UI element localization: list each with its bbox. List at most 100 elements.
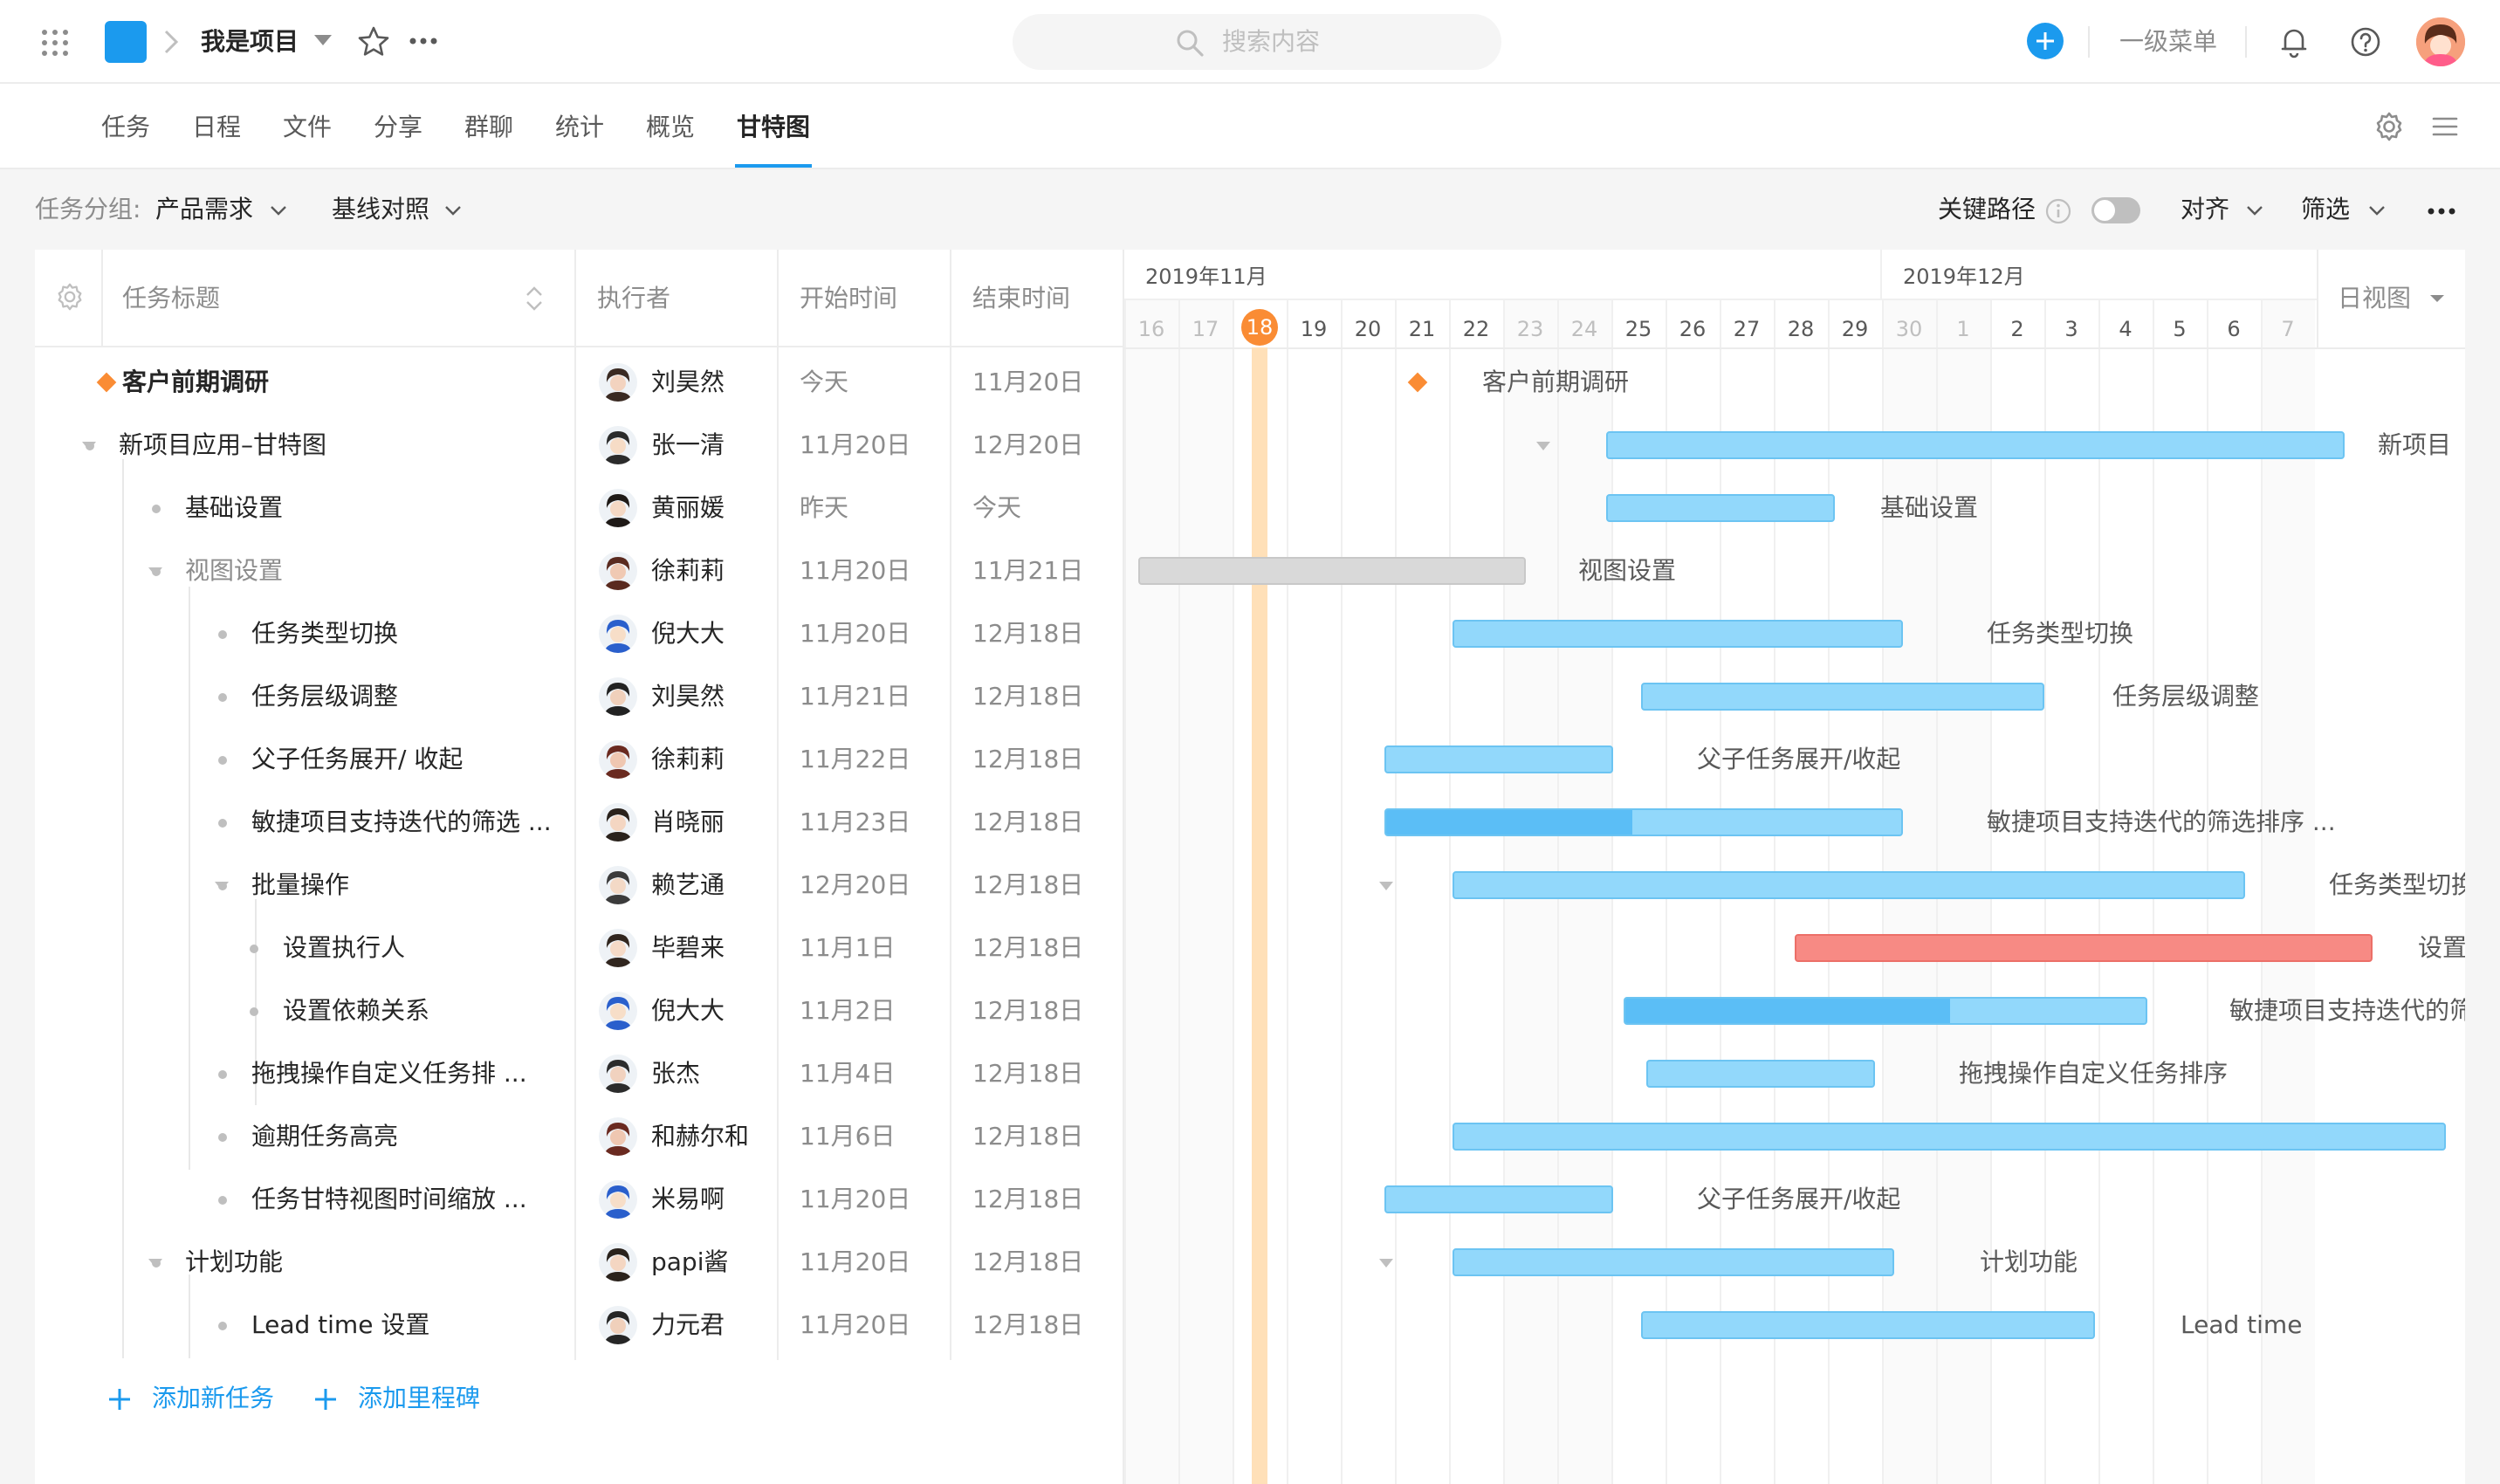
start-date[interactable]: 11月20日 [800,428,910,463]
start-date[interactable]: 11月20日 [800,1182,910,1217]
filter-select[interactable]: 筛选 [2301,192,2350,227]
view-select[interactable]: 日视图 [2338,281,2411,316]
collapse-caret-icon[interactable] [1535,440,1552,452]
end-date[interactable]: 12月18日 [972,1056,1083,1091]
more-icon[interactable] [2427,203,2456,220]
end-date[interactable]: 12月18日 [972,616,1083,651]
add-button[interactable] [2027,23,2064,59]
task-bar[interactable] [1795,934,2373,962]
add-task-link[interactable]: 添加新任务 [152,1381,274,1416]
task-title[interactable]: 任务甘特视图时间缩放 ... [251,1182,527,1217]
task-title[interactable]: 设置执行人 [283,931,405,965]
task-title[interactable]: 视图设置 [185,553,283,588]
align-select[interactable]: 对齐 [2181,192,2229,227]
end-date[interactable]: 12月18日 [972,742,1083,777]
start-date[interactable]: 11月20日 [800,1308,910,1343]
task-bar[interactable] [1641,683,2044,711]
task-bar[interactable] [1384,1185,1613,1213]
task-title[interactable]: 任务层级调整 [251,679,398,714]
start-date[interactable]: 11月21日 [800,679,910,714]
tab-statistics[interactable]: 统计 [555,110,604,145]
group-select[interactable]: 产品需求 [155,192,253,227]
task-title[interactable]: 基础设置 [185,491,283,526]
end-date[interactable]: 12月18日 [972,1308,1083,1343]
star-icon[interactable] [356,24,391,59]
start-date[interactable]: 今天 [800,365,848,400]
task-title[interactable]: 设置依赖关系 [283,993,429,1028]
collapse-caret-icon[interactable] [1377,880,1395,892]
bell-icon[interactable] [2278,24,2310,59]
more-icon[interactable] [409,28,438,54]
user-avatar[interactable] [2416,17,2465,66]
task-title[interactable]: 敏捷项目支持迭代的筛选 ... [251,805,552,840]
plus-icon[interactable] [312,1386,339,1412]
end-date[interactable]: 12月18日 [972,1119,1083,1154]
gear-icon[interactable] [2373,110,2406,143]
end-date[interactable]: 12月18日 [972,931,1083,965]
top-menu-link[interactable]: 一级菜单 [2119,24,2217,59]
start-date[interactable]: 11月1日 [800,931,895,965]
task-bar[interactable] [1138,557,1526,585]
search-input[interactable]: 搜索内容 [1013,14,1501,70]
task-bar[interactable] [1384,808,1903,836]
collapse-caret-icon[interactable] [1377,1257,1395,1269]
task-title[interactable]: 计划功能 [185,1245,283,1280]
task-bar[interactable] [1624,997,2147,1025]
end-date[interactable]: 12月18日 [972,679,1083,714]
task-bar[interactable] [1641,1311,2095,1339]
info-icon[interactable] [2044,197,2072,225]
start-date[interactable]: 11月6日 [800,1119,895,1154]
task-title[interactable]: 父子任务展开/ 收起 [251,742,463,777]
tab-files[interactable]: 文件 [283,110,332,145]
end-date[interactable]: 11月21日 [972,553,1083,588]
start-date[interactable]: 12月20日 [800,868,910,903]
end-date[interactable]: 12月18日 [972,1182,1083,1217]
task-bar[interactable] [1453,871,2245,899]
task-title[interactable]: 客户前期调研 [122,365,269,400]
project-name[interactable]: 我是项目 [201,24,299,59]
task-title[interactable]: 批量操作 [251,868,349,903]
chevron-down-icon[interactable] [312,33,333,47]
column-header-assignee[interactable]: 执行者 [597,281,670,316]
settings-icon[interactable] [54,281,86,313]
column-header-start[interactable]: 开始时间 [800,281,897,316]
task-bar[interactable] [1453,1123,2446,1151]
end-date[interactable]: 12月18日 [972,805,1083,840]
tab-tasks[interactable]: 任务 [101,110,150,145]
column-header-end[interactable]: 结束时间 [972,281,1070,316]
chevron-down-icon[interactable] [2245,204,2264,216]
tab-schedule[interactable]: 日程 [192,110,241,145]
chevron-down-icon[interactable] [443,204,463,216]
task-title[interactable]: 逾期任务高亮 [251,1119,398,1154]
chevron-down-icon[interactable] [2428,293,2446,304]
task-bar[interactable] [1606,431,2345,459]
start-date[interactable]: 11月4日 [800,1056,895,1091]
start-date[interactable]: 11月22日 [800,742,910,777]
critical-path-toggle[interactable] [2091,197,2140,223]
help-icon[interactable] [2348,24,2383,59]
task-title[interactable]: 新项目应用–甘特图 [119,428,326,463]
end-date[interactable]: 12月18日 [972,1245,1083,1280]
tab-group-chat[interactable]: 群聊 [464,110,513,145]
tab-share[interactable]: 分享 [374,110,422,145]
start-date[interactable]: 11月2日 [800,993,895,1028]
task-title[interactable]: Lead time 设置 [251,1308,429,1343]
tab-gantt[interactable]: 甘特图 [737,110,810,145]
app-grid-icon[interactable] [42,30,68,56]
tab-overview[interactable]: 概览 [646,110,695,145]
plus-icon[interactable] [106,1386,133,1412]
chevron-down-icon[interactable] [2367,204,2387,216]
task-title[interactable]: 拖拽操作自定义任务排 ... [251,1056,527,1091]
task-bar[interactable] [1384,745,1613,773]
start-date[interactable]: 昨天 [800,491,848,526]
start-date[interactable]: 11月23日 [800,805,910,840]
add-milestone-link[interactable]: 添加里程碑 [358,1381,480,1416]
end-date[interactable]: 11月20日 [972,365,1083,400]
start-date[interactable]: 11月20日 [800,1245,910,1280]
task-bar[interactable] [1606,494,1835,522]
task-bar[interactable] [1453,1248,1894,1276]
start-date[interactable]: 11月20日 [800,553,910,588]
column-header-title[interactable]: 任务标题 [122,281,220,316]
end-date[interactable]: 今天 [972,491,1021,526]
baseline-select[interactable]: 基线对照 [332,192,429,227]
